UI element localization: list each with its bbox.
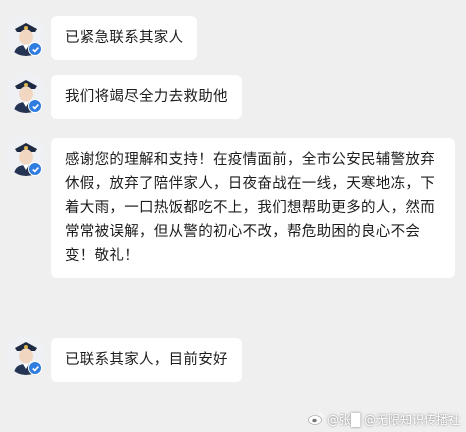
message-bubble[interactable]: 已联系其家人，目前安好 (51, 338, 242, 382)
verified-badge-icon (28, 162, 42, 176)
watermark-text: @张█ @无限知识传播社 (326, 413, 460, 427)
weibo-logo-icon (308, 412, 324, 428)
verified-badge-icon (28, 42, 42, 56)
verified-badge-icon (28, 361, 42, 375)
message-bubble[interactable]: 已紧急联系其家人 (51, 16, 198, 60)
watermark: @张█ @无限知识传播社 (308, 411, 460, 428)
message-bubble[interactable]: 感谢您的理解和支持！在疫情面前，全市公安民辅警放弃休假，放弃了陪伴家人，日夜奋战… (51, 138, 455, 278)
message-bubble[interactable]: 我们将竭尽全力去救助他 (51, 75, 242, 119)
verified-badge-icon (28, 99, 42, 113)
